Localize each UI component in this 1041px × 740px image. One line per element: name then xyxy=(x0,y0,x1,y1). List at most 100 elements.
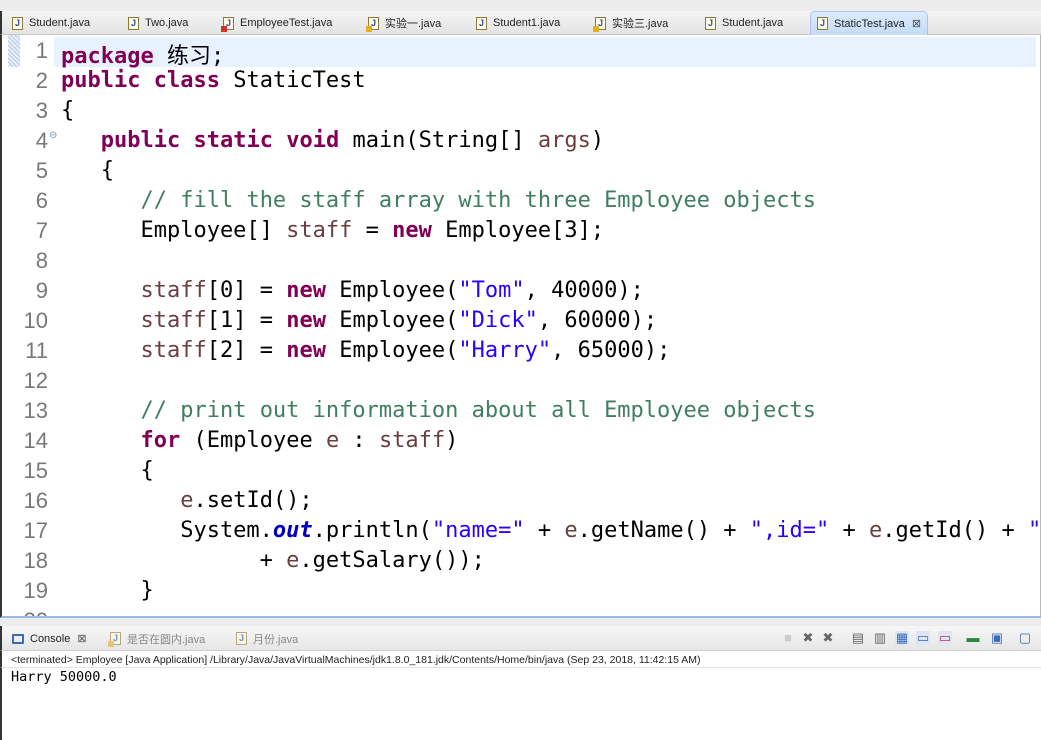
code-line: staff[0] = new Employee("Tom", 40000); xyxy=(61,278,643,303)
line-number: 20 xyxy=(10,608,48,616)
java-file-error-icon: J xyxy=(221,16,234,32)
code-line: staff[1] = new Employee("Dick", 60000); xyxy=(61,308,657,333)
editor-tab[interactable]: J 实验三.java xyxy=(593,11,669,35)
line-number: 7 xyxy=(35,218,48,243)
code-token: } xyxy=(61,578,154,603)
console-output[interactable]: Harry 50000.0 xyxy=(0,668,1041,740)
console-view-tab[interactable]: J 是否在圆内.java xyxy=(108,626,206,651)
line-number: 18 xyxy=(23,548,48,573)
editor-tab[interactable]: J Student.java xyxy=(12,11,90,35)
code-token: args xyxy=(537,128,591,153)
console-icon xyxy=(12,633,24,644)
code-token: staff xyxy=(140,278,207,303)
remove-all-terminated-icon[interactable]: ✖ xyxy=(821,631,835,645)
tab-label: StaticTest.java xyxy=(834,17,905,30)
java-file-icon: J xyxy=(12,16,23,30)
line-number: 1 xyxy=(35,38,48,63)
code-line: { xyxy=(61,458,153,483)
code-token: Employee( xyxy=(325,338,459,363)
tab-label: 实验三.java xyxy=(612,18,669,30)
pin-console-icon[interactable]: ▬ xyxy=(966,631,980,645)
code-token: 练习; xyxy=(153,44,225,69)
tab-label: Student.java xyxy=(722,17,784,29)
tab-label: 实验一.java xyxy=(385,18,442,30)
scroll-lock-icon[interactable]: ▥ xyxy=(873,631,887,645)
editor-tab-bar: J Student.java J Two.java J EmployeeTest.java… xyxy=(0,11,1041,35)
tab-label: 月份.java xyxy=(253,633,299,646)
code-token: "Tom" xyxy=(458,278,525,303)
code-line: Employee[] staff = new Employee[3]; xyxy=(61,218,604,243)
editor-tab[interactable]: J StaticTest.java ⊠ xyxy=(810,11,929,35)
line-number: 16 xyxy=(23,488,48,513)
code-token: // print out information about all Emplo… xyxy=(140,398,816,423)
code-token: e xyxy=(180,488,194,513)
code-line: { xyxy=(61,98,74,123)
show-on-stderr-icon[interactable]: ▭ xyxy=(938,631,952,645)
code-line: // print out information about all Emplo… xyxy=(61,398,816,423)
code-token: "Harry" xyxy=(458,338,552,363)
line-number: 9 xyxy=(35,278,48,303)
code-token: public xyxy=(100,128,181,153)
line-number: 14 xyxy=(23,428,48,453)
code-token: Employee( xyxy=(325,308,459,333)
line-number: 8 xyxy=(35,248,48,273)
code-token: public xyxy=(61,68,141,93)
code-token: ) xyxy=(445,428,459,453)
line-number: 10 xyxy=(23,308,48,333)
code-token: .println( xyxy=(312,518,432,543)
code-token: ",id=" xyxy=(749,518,830,543)
code-line: public static void main(String[] args) xyxy=(61,128,604,153)
code-token: static xyxy=(193,128,273,153)
show-on-stdout-icon[interactable]: ▭ xyxy=(916,631,930,645)
line-number: 4 xyxy=(35,128,48,153)
code-token: Employee[3]; xyxy=(431,218,605,243)
code-token: e xyxy=(286,548,300,573)
tab-label: Two.java xyxy=(145,17,189,29)
display-console-icon[interactable]: ▣ xyxy=(990,631,1004,645)
line-number: 2 xyxy=(35,68,48,93)
word-wrap-icon[interactable]: ▦ xyxy=(895,631,909,645)
code-token: "name=" xyxy=(431,518,525,543)
code-token: (Employee xyxy=(180,428,326,453)
code-token: , 60000); xyxy=(537,308,658,333)
editor-tab[interactable]: J Student1.java xyxy=(476,11,560,35)
remove-launch-icon[interactable]: ✖ xyxy=(801,631,815,645)
code-token: // fill the staff array with three Emplo… xyxy=(140,188,816,213)
close-tab-icon[interactable]: ⊠ xyxy=(912,17,921,30)
code-editor[interactable]: 1 package 练习; 2 public class StaticTest 3 {4 ⊖… xyxy=(0,35,1041,618)
java-file-icon: J xyxy=(108,632,121,647)
code-token: new xyxy=(286,308,326,333)
editor-tab[interactable]: J 实验一.java xyxy=(366,11,442,35)
editor-tab[interactable]: J EmployeeTest.java xyxy=(221,11,332,35)
fold-collapse-icon[interactable]: ⊖ xyxy=(49,130,57,141)
code-token: e xyxy=(325,428,340,453)
console-view-tab[interactable]: J 月份.java xyxy=(236,626,298,651)
open-console-icon[interactable]: ▢ xyxy=(1018,631,1032,645)
clear-console-icon[interactable]: ▤ xyxy=(851,631,865,645)
code-token: [2] = xyxy=(206,338,287,363)
code-token: "Dick" xyxy=(458,308,538,333)
line-number: 15 xyxy=(23,458,48,483)
code-token: Employee[] xyxy=(61,218,287,243)
code-token: void xyxy=(286,128,340,153)
java-file-icon: J xyxy=(476,16,487,30)
line-number: 12 xyxy=(23,368,48,393)
console-view-tab[interactable]: Console ⊠ xyxy=(12,626,87,651)
editor-tab[interactable]: J Student.java xyxy=(705,11,783,35)
line-number: 13 xyxy=(23,398,48,423)
editor-tab[interactable]: J Two.java xyxy=(128,11,188,35)
terminate-icon[interactable]: ■ xyxy=(781,631,795,645)
code-token: staff xyxy=(378,428,446,453)
line-number: 11 xyxy=(25,338,48,363)
console-launch-info: <terminated> Employee [Java Application]… xyxy=(0,651,1041,668)
tab-label: 是否在圆内.java xyxy=(127,633,206,646)
code-token: StaticTest xyxy=(219,68,366,93)
close-tab-icon[interactable]: ⊠ xyxy=(77,632,86,645)
